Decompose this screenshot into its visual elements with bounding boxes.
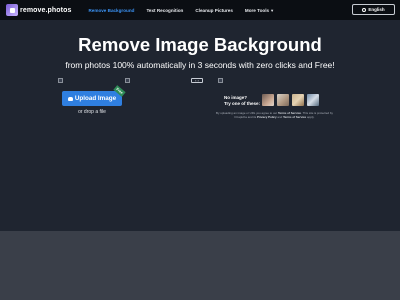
globe-icon: [362, 7, 367, 12]
sample-prompt-line2: Try one of these:: [224, 101, 261, 106]
brand-name: remove.photos: [20, 6, 72, 14]
broken-image-icon: [125, 78, 130, 83]
sample-image-thumbnail[interactable]: [262, 94, 274, 106]
main-nav: Remove Background Text Recognition Clean…: [88, 8, 286, 13]
privacy-policy-link[interactable]: Privacy Policy: [257, 115, 277, 119]
upload-image-button[interactable]: Upload Image: [62, 91, 122, 106]
language-selector[interactable]: English: [352, 4, 395, 15]
sample-image-thumbnail[interactable]: [292, 94, 304, 106]
page-subtitle: from photos 100% automatically in 3 seco…: [65, 60, 335, 70]
top-navbar: remove.photos Remove Background Text Rec…: [0, 0, 400, 20]
cloud-upload-icon: [67, 96, 73, 101]
compare-arrows-icon: ‹ ›: [191, 78, 203, 83]
lower-section: [0, 231, 400, 300]
sample-image-thumbnail[interactable]: [277, 94, 289, 106]
nav-more-tools-label: More Tools: [244, 7, 270, 13]
broken-image-icon: [58, 78, 63, 83]
nav-cleanup-pictures[interactable]: Cleanup Pictures: [195, 8, 233, 13]
brand-logo[interactable]: remove.photos: [6, 4, 71, 16]
sample-image-thumbnail[interactable]: [307, 94, 319, 106]
nav-remove-background[interactable]: Remove Background: [88, 8, 134, 13]
page-title: Remove Image Background: [78, 34, 322, 55]
broken-image-icon: [218, 78, 223, 83]
sample-prompt: No image? Try one of these:: [224, 95, 260, 107]
hcaptcha-terms-link[interactable]: Terms of Service: [283, 115, 306, 119]
nav-text-recognition[interactable]: Text Recognition: [146, 8, 183, 13]
upload-button-label: Upload Image: [74, 95, 117, 102]
drop-file-text: or drop a file: [78, 109, 106, 115]
caret-down-icon: ▼: [270, 7, 275, 13]
language-label: English: [368, 7, 385, 12]
legal-text-post: apply.: [306, 114, 315, 119]
logo-icon: [6, 4, 18, 16]
nav-more-tools[interactable]: More Tools▼: [245, 8, 274, 13]
legal-notice: By uploading an image or URL you agree t…: [212, 111, 337, 120]
